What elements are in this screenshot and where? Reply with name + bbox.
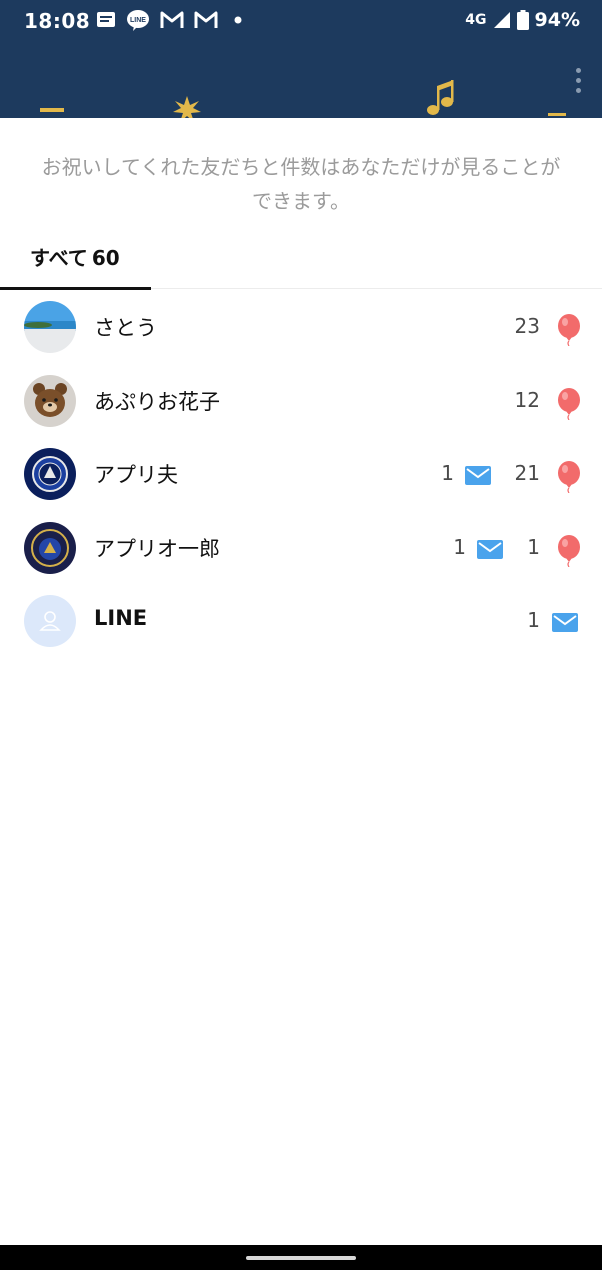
avatar [24,521,76,574]
avatar [24,448,76,500]
message-count: 1 [441,461,454,485]
friend-name: あぷりお花子 [94,389,220,414]
message-count: 1 [527,608,540,632]
tab-all-count: 60 [91,246,120,270]
music-note-icon [427,80,454,115]
messages-icon [97,12,115,27]
friend-row-aprio-ichiro[interactable]: アプリオ一郎 1 1 [0,511,602,585]
balloon-icon [558,314,580,346]
tab-bar: すべて 60 [0,230,602,290]
more-vertical-icon[interactable] [568,62,588,98]
balloon-count: 21 [514,461,540,485]
network-label: 4G [465,12,487,28]
message-count: 1 [453,534,466,559]
envelope-icon [552,613,578,632]
dot-icon [234,16,242,24]
friend-name: さとう [94,316,157,340]
svg-text:LINE: LINE [130,17,146,24]
status-right: 4G 94% [465,9,580,31]
tab-all[interactable]: すべて 60 [0,230,151,290]
privacy-notice: お祝いしてくれた友だちと件数はあなただけが見ることができます。 [41,155,561,213]
friend-name: アプリ夫 [94,463,178,487]
balloon-count: 1 [527,534,540,559]
status-time: 18:08 [24,9,91,33]
avatar [24,301,76,353]
balloon-icon [558,387,580,420]
line-icon: LINE [127,10,149,31]
friend-row-satou[interactable]: さとう 23 [0,290,602,364]
battery-icon [516,10,529,30]
header: 18:08 LINE 4G 94% [0,0,602,118]
avatar [24,374,76,427]
status-bar: 18:08 LINE 4G 94% [0,0,602,42]
celebration-list-sheet: お祝いしてくれた友だちと件数はあなただけが見ることができます。 すべて 60 さと… [0,118,602,1245]
balloon-icon [558,461,580,493]
balloon-icon [558,534,580,567]
friend-row-aprio[interactable]: アプリ夫 1 21 [0,437,602,511]
friend-row-line[interactable]: LINE 1 [0,584,602,658]
envelope-icon [465,466,491,485]
friend-row-aprio-hanako[interactable]: あぷりお花子 12 [0,364,602,438]
battery-level: 94% [534,9,580,31]
default-user-avatar [24,595,76,647]
home-handle[interactable] [246,1256,356,1260]
balloon-count: 23 [514,314,540,338]
notification-icons: LINE [96,9,244,31]
tab-all-label: すべて [30,246,88,270]
friend-list: さとう 23 あぷりお花子 12 アプリ夫 1 21 アプリオ一郎 1 1 LI… [0,290,602,658]
friend-name: アプリオ一郎 [94,536,220,561]
gmail-icon [194,11,218,28]
navigation-bar [0,1245,602,1270]
gmail-icon [160,11,184,28]
balloon-count: 12 [514,387,540,412]
signal-icon [493,12,510,28]
friend-name: LINE [94,606,148,630]
